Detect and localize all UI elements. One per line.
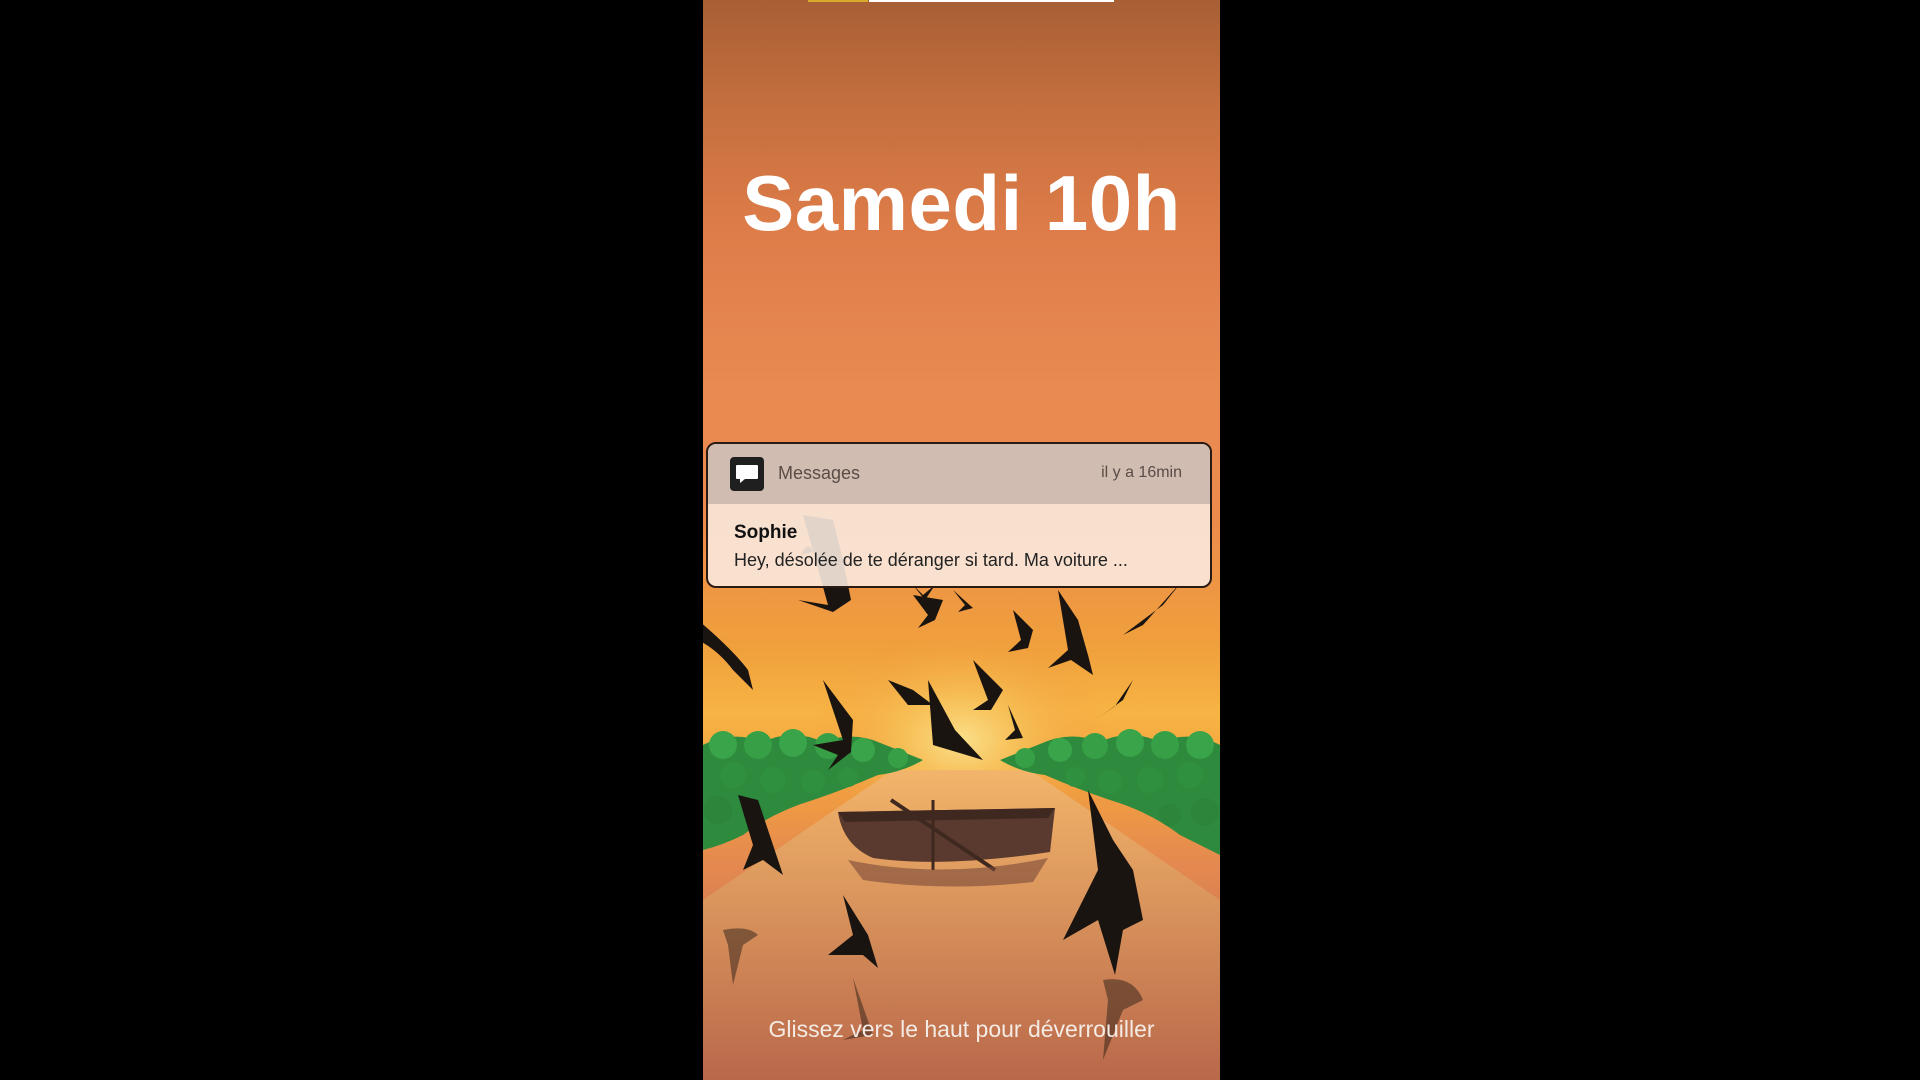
notification-sender: Sophie [734,522,798,543]
status-indicator-bar [869,0,1114,2]
message-notification[interactable]: Messages il y a 16min Sophie Hey, désolé… [706,442,1212,588]
boat [838,798,1055,887]
notification-app-name: Messages [778,463,861,483]
lock-screen-datetime: Samedi 10h [742,159,1181,247]
swipe-up-unlock-hint[interactable]: Glissez vers le haut pour déverrouiller [703,1016,1220,1043]
phone-lock-screen[interactable]: Samedi 10h Messages il y a 16min Sophie … [703,0,1220,1080]
screen-stage: Samedi 10h Messages il y a 16min Sophie … [0,0,1920,1080]
status-indicator-left [808,0,868,2]
message-bubble-icon [730,457,764,491]
notification-header: Messages il y a 16min [708,444,1210,504]
notification-preview: Hey, désolée de te déranger si tard. Ma … [734,550,1128,570]
notification-timestamp: il y a 16min [1101,464,1182,481]
